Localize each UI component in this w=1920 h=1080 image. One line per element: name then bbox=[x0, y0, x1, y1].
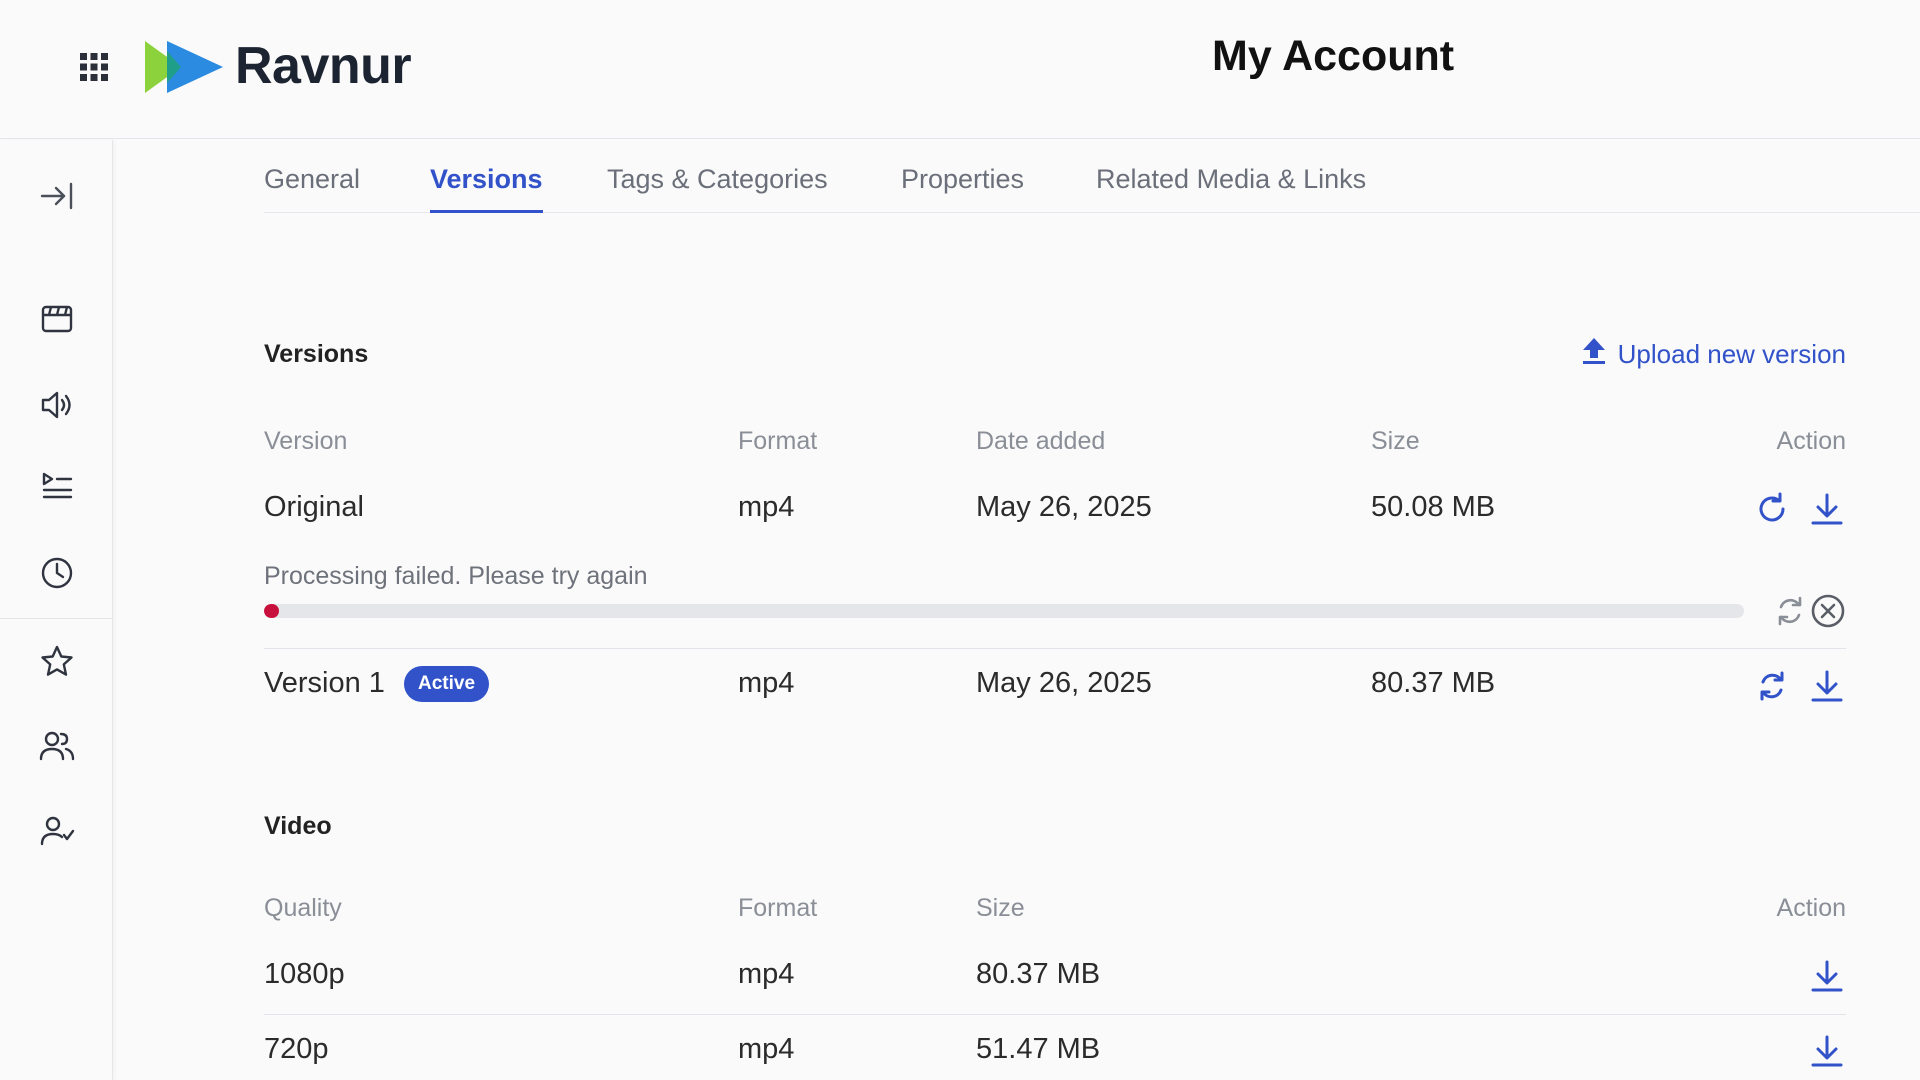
sync-icon[interactable] bbox=[1754, 668, 1790, 704]
download-icon[interactable] bbox=[1809, 1033, 1845, 1069]
video-size: 51.47 MB bbox=[976, 1033, 1101, 1065]
tab-bar: General Versions Tags & Categories Prope… bbox=[264, 140, 1920, 213]
upload-icon bbox=[1580, 336, 1608, 373]
speaker-icon[interactable] bbox=[38, 386, 76, 424]
users-icon[interactable] bbox=[38, 727, 76, 765]
video-section-title: Video bbox=[264, 812, 332, 840]
versions-section-title: Versions bbox=[264, 340, 369, 368]
col-date-added: Date added bbox=[976, 427, 1106, 455]
video-format: mp4 bbox=[738, 958, 795, 990]
download-icon[interactable] bbox=[1809, 958, 1845, 994]
media-icon[interactable] bbox=[38, 300, 76, 338]
video-format: mp4 bbox=[738, 1033, 795, 1065]
col-action: Action bbox=[1776, 427, 1846, 455]
sidebar-divider bbox=[0, 618, 113, 619]
version-size: 80.37 MB bbox=[1371, 667, 1496, 699]
grid-icon[interactable] bbox=[78, 51, 110, 83]
active-badge: Active bbox=[404, 666, 490, 702]
col-size: Size bbox=[976, 894, 1025, 922]
ravnur-logo-icon[interactable] bbox=[143, 37, 225, 97]
sidebar bbox=[0, 140, 113, 1080]
tab-general[interactable]: General bbox=[264, 164, 360, 210]
processing-progress-fill bbox=[264, 604, 279, 618]
video-quality: 1080p bbox=[264, 958, 345, 990]
expand-sidebar-icon[interactable] bbox=[38, 177, 76, 215]
clock-icon[interactable] bbox=[38, 554, 76, 592]
col-size: Size bbox=[1371, 427, 1420, 455]
tab-properties[interactable]: Properties bbox=[901, 164, 1024, 210]
col-quality: Quality bbox=[264, 894, 342, 922]
col-action: Action bbox=[1776, 894, 1846, 922]
download-icon[interactable] bbox=[1809, 668, 1845, 704]
cancel-icon[interactable] bbox=[1810, 593, 1846, 629]
upload-new-version-label: Upload new version bbox=[1617, 339, 1846, 369]
retry-icon[interactable] bbox=[1772, 593, 1808, 629]
tab-versions[interactable]: Versions bbox=[430, 164, 543, 213]
video-quality: 720p bbox=[264, 1033, 329, 1065]
version-format: mp4 bbox=[738, 667, 795, 699]
refresh-icon[interactable] bbox=[1754, 491, 1790, 527]
version-format: mp4 bbox=[738, 491, 795, 523]
logo-text[interactable]: Ravnur bbox=[235, 36, 412, 96]
video-size: 80.37 MB bbox=[976, 958, 1101, 990]
star-icon[interactable] bbox=[38, 643, 76, 681]
processing-progress-bar bbox=[264, 604, 1744, 618]
upload-new-version-button[interactable]: Upload new version bbox=[1580, 336, 1846, 373]
processing-failed-message: Processing failed. Please try again bbox=[264, 562, 648, 590]
user-check-icon[interactable] bbox=[38, 812, 76, 850]
row-divider bbox=[264, 1014, 1846, 1015]
col-version: Version bbox=[264, 427, 348, 455]
playlist-icon[interactable] bbox=[38, 466, 76, 504]
col-format: Format bbox=[738, 894, 818, 922]
version-name: Version 1 bbox=[264, 667, 385, 699]
tab-related-media-links[interactable]: Related Media & Links bbox=[1096, 164, 1366, 210]
version-size: 50.08 MB bbox=[1371, 491, 1496, 523]
version-name: Original bbox=[264, 491, 364, 523]
app-header: Ravnur My Account bbox=[0, 0, 1920, 139]
tab-tags-categories[interactable]: Tags & Categories bbox=[607, 164, 828, 210]
col-format: Format bbox=[738, 427, 818, 455]
version-date: May 26, 2025 bbox=[976, 491, 1152, 523]
row-divider bbox=[264, 648, 1846, 649]
download-icon[interactable] bbox=[1809, 491, 1845, 527]
version-date: May 26, 2025 bbox=[976, 667, 1152, 699]
page-title: My Account bbox=[1212, 32, 1455, 80]
